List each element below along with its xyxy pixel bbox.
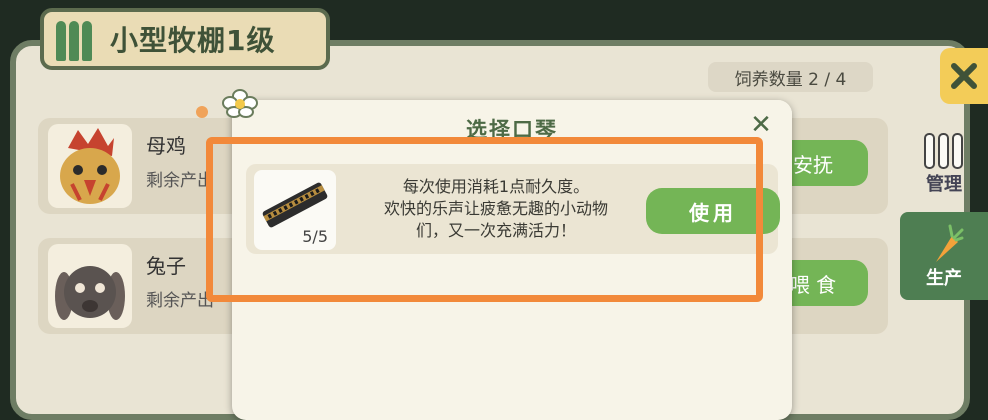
panel-close-tab[interactable] [940, 48, 988, 104]
animal-name: 母鸡 [146, 134, 186, 158]
close-x-icon [951, 63, 977, 89]
capacity-label: 饲养数量 2 / 4 [708, 62, 873, 92]
tab-produce[interactable]: 生产 [900, 212, 988, 300]
close-icon[interactable]: ✕ [746, 110, 776, 140]
title-plate: 小型牧棚1级 [40, 8, 330, 70]
page-title: 小型牧棚1级 [110, 24, 276, 57]
tab-manage-label: 管理 [926, 174, 962, 195]
rabbit-icon [48, 244, 132, 328]
animal-remaining: 剩余产出 [146, 171, 214, 191]
fence-icon [56, 17, 96, 61]
animal-name: 兔子 [146, 254, 186, 278]
tab-manage[interactable]: 管理 [900, 118, 988, 206]
rooster-icon [48, 124, 132, 208]
fence-icon [924, 133, 963, 169]
decor-dot [196, 106, 208, 118]
flower-icon [218, 88, 262, 118]
tab-produce-label: 生产 [926, 268, 962, 289]
highlight-box [206, 137, 763, 302]
carrot-icon [936, 224, 964, 262]
animal-remaining: 剩余产出 [146, 291, 214, 311]
